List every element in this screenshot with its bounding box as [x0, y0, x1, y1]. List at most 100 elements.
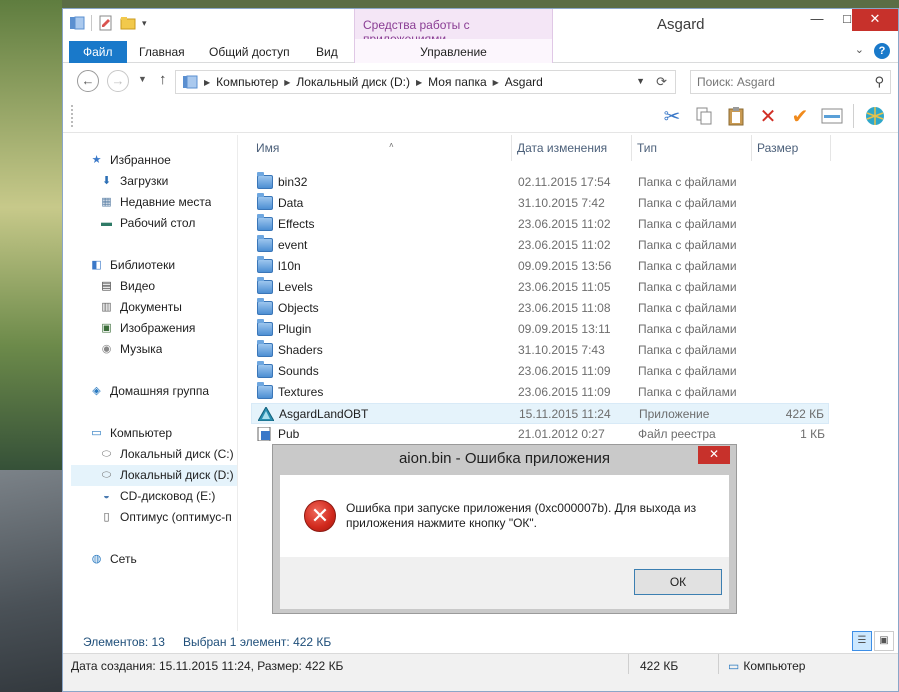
file-name: Textures	[278, 385, 324, 399]
delete-icon[interactable]: ✕	[755, 103, 781, 129]
properties-icon[interactable]	[98, 15, 114, 31]
file-row[interactable]: event 23.06.2015 11:02 Папка с файлами	[251, 235, 829, 256]
file-row[interactable]: Sounds 23.06.2015 11:09 Папка с файлами	[251, 361, 829, 382]
expand-ribbon-icon[interactable]: ⌄	[855, 43, 864, 59]
properties-card-icon[interactable]	[819, 103, 845, 129]
tab-file[interactable]: Файл	[69, 41, 127, 63]
folder-icon	[257, 235, 273, 252]
nav-disk-c[interactable]: ⬭ Локальный диск (C:)	[99, 444, 234, 465]
address-bar[interactable]: ▶ Компьютер ▶ Локальный диск (D:) ▶ Моя …	[175, 70, 676, 94]
ok-button[interactable]: ОК	[634, 569, 722, 595]
up-button[interactable]: ↑	[159, 71, 167, 88]
window-icon[interactable]	[69, 15, 85, 31]
nav-label: Библиотеки	[110, 258, 176, 272]
breadcrumb-disk-d[interactable]: Локальный диск (D:)	[296, 75, 410, 89]
nav-label: Сеть	[110, 552, 137, 566]
nav-pictures[interactable]: ▣ Изображения	[99, 318, 195, 339]
nav-desktop[interactable]: ▬ Рабочий стол	[99, 213, 195, 234]
tab-share[interactable]: Общий доступ	[197, 41, 302, 63]
column-header-size[interactable]: Размер	[752, 135, 831, 161]
breadcrumb-my-folder[interactable]: Моя папка	[428, 75, 487, 89]
column-header-name[interactable]: Имя ˄	[251, 135, 512, 161]
folder-icon	[257, 214, 273, 231]
file-type: Папка с файлами	[638, 238, 737, 252]
tiles-view-icon[interactable]: ▣	[874, 631, 894, 651]
nav-label: CD-дисковод (E:)	[120, 489, 216, 503]
cut-icon[interactable]: ✂	[659, 103, 685, 129]
file-row[interactable]: Data 31.10.2015 7:42 Папка с файлами	[251, 193, 829, 214]
file-name: Data	[278, 196, 304, 210]
copy-icon[interactable]	[691, 103, 717, 129]
recent-locations-icon[interactable]: ▼	[138, 74, 147, 84]
refresh-icon[interactable]: ⟳	[656, 74, 667, 90]
search-icon[interactable]: ⚲	[874, 74, 884, 90]
file-row[interactable]: AsgardLandOBT 15.11.2015 11:24 Приложение 4…	[251, 403, 829, 424]
file-type: Приложение	[639, 407, 710, 421]
tab-home[interactable]: Главная	[127, 41, 197, 63]
column-header-date[interactable]: Дата изменения	[512, 135, 632, 161]
music-icon: ◉	[101, 343, 112, 355]
rename-check-icon[interactable]: ✔	[787, 103, 813, 129]
file-size: 1 КБ	[800, 427, 825, 441]
paste-icon[interactable]	[723, 103, 749, 129]
nav-network[interactable]: ◍ Сеть	[89, 549, 137, 570]
file-row[interactable]: l10n 09.09.2015 13:56 Папка с файлами	[251, 256, 829, 277]
breadcrumb-separator[interactable]: ▶	[493, 78, 499, 87]
file-row[interactable]: Levels 23.06.2015 11:05 Папка с файлами	[251, 277, 829, 298]
nav-label: Локальный диск (D:)	[120, 468, 234, 482]
file-row[interactable]: Pub 21.01.2012 0:27 Файл реестра 1 КБ	[251, 424, 829, 445]
nav-libraries[interactable]: ◧ Библиотеки	[89, 255, 175, 276]
folder-icon	[257, 256, 273, 273]
file-row[interactable]: Shaders 31.10.2015 7:43 Папка с файлами	[251, 340, 829, 361]
folder-icon	[257, 193, 273, 210]
new-folder-icon[interactable]	[120, 15, 136, 31]
file-row[interactable]: bin32 02.11.2015 17:54 Папка с файлами	[251, 172, 829, 193]
tab-view[interactable]: Вид	[304, 41, 350, 63]
file-date: 31.10.2015 7:42	[518, 196, 605, 210]
file-row[interactable]: Plugin 09.09.2015 13:11 Папка с файлами	[251, 319, 829, 340]
details-view-icon[interactable]: ☰	[852, 631, 872, 651]
navigation-pane: ★ Избранное ⬇ Загрузки ▦ Недавние места …	[63, 135, 238, 631]
file-name: Sounds	[278, 364, 319, 378]
nav-label: Локальный диск (C:)	[120, 447, 234, 461]
breadcrumb: ▶ Компьютер ▶ Локальный диск (D:) ▶ Моя …	[182, 75, 543, 89]
breadcrumb-separator[interactable]: ▶	[416, 78, 422, 87]
forward-button[interactable]: →	[107, 70, 129, 92]
folder-icon	[257, 382, 273, 399]
nav-computer[interactable]: ▭ Компьютер	[89, 423, 172, 444]
search-input[interactable]	[691, 71, 861, 93]
breadcrumb-asgard[interactable]: Asgard	[505, 75, 543, 89]
help-icon[interactable]: ?	[874, 43, 890, 59]
nav-favorites[interactable]: ★ Избранное	[89, 150, 171, 171]
ribbon-tabs: Файл Главная Общий доступ Вид Управление…	[63, 39, 898, 63]
file-date: 23.06.2015 11:09	[518, 364, 611, 378]
nav-homegroup[interactable]: ◈ Домашняя группа	[89, 381, 209, 402]
breadcrumb-computer[interactable]: Компьютер	[216, 75, 278, 89]
file-type: Папка с файлами	[638, 217, 737, 231]
back-button[interactable]: ←	[77, 70, 99, 92]
nav-music[interactable]: ◉ Музыка	[99, 339, 163, 360]
column-header-type[interactable]: Тип	[632, 135, 752, 161]
file-row[interactable]: Textures 23.06.2015 11:09 Папка с файлами	[251, 382, 829, 403]
nav-downloads[interactable]: ⬇ Загрузки	[99, 171, 168, 192]
nav-label: Домашняя группа	[110, 384, 210, 398]
file-date: 21.01.2012 0:27	[518, 427, 605, 441]
nav-optimus[interactable]: ▯ Оптимус (оптимус-п	[99, 507, 237, 528]
nav-recent-places[interactable]: ▦ Недавние места	[99, 192, 211, 213]
breadcrumb-separator[interactable]: ▶	[284, 78, 290, 87]
minimize-button[interactable]: —	[803, 9, 831, 31]
close-button[interactable]: ✕	[852, 9, 898, 31]
file-row[interactable]: Objects 23.06.2015 11:08 Папка с файлами	[251, 298, 829, 319]
nav-documents[interactable]: ▥ Документы	[99, 297, 182, 318]
recent-places-icon: ▦	[101, 196, 112, 208]
address-dropdown-icon[interactable]: ▼	[636, 76, 645, 86]
nav-label: Оптимус (оптимус-п	[120, 510, 232, 524]
nav-cd-drive[interactable]: ◒ CD-дисковод (E:)	[99, 486, 215, 507]
qat-dropdown-icon[interactable]: ▾	[142, 18, 147, 29]
nav-disk-d[interactable]: ⬭ Локальный диск (D:)	[71, 465, 237, 486]
shell-icon[interactable]	[862, 103, 888, 129]
tab-manage[interactable]: Управление	[354, 39, 553, 63]
dialog-close-button[interactable]: ✕	[698, 446, 730, 464]
file-row[interactable]: Effects 23.06.2015 11:02 Папка с файлами	[251, 214, 829, 235]
nav-video[interactable]: ▤ Видео	[99, 276, 155, 297]
